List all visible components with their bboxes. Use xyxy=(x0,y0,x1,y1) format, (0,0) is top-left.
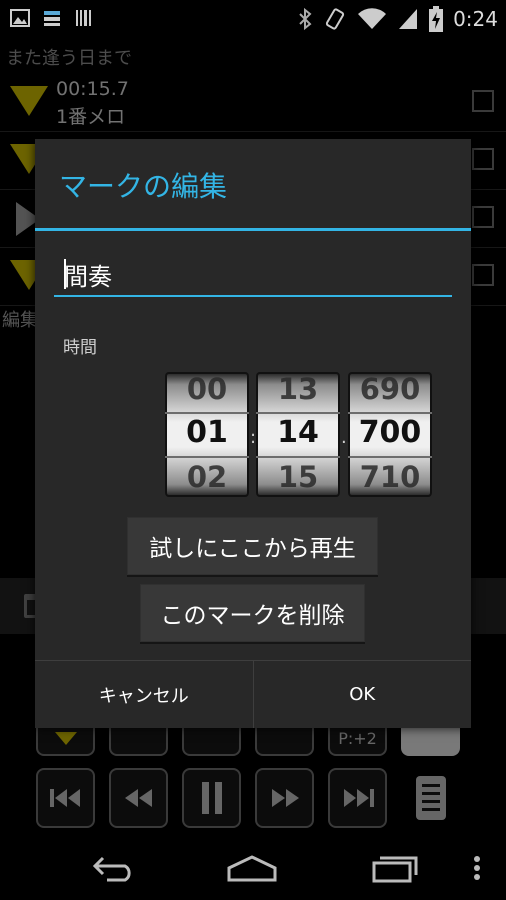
dialog-footer: キャンセル OK xyxy=(35,660,471,728)
minutes-picker[interactable]: 00 01 02 xyxy=(165,372,249,497)
dialog-title: マークの編集 xyxy=(59,170,228,203)
recent-apps-icon xyxy=(372,856,418,883)
picker-prev-value[interactable]: 00 xyxy=(165,372,249,406)
picker-next-value[interactable]: 710 xyxy=(348,460,432,494)
overflow-menu-button[interactable] xyxy=(452,848,502,888)
picker-current-value[interactable]: 14 xyxy=(256,415,340,450)
home-icon xyxy=(227,855,277,882)
time-separator: . xyxy=(341,427,347,448)
ok-button[interactable]: OK xyxy=(252,661,472,728)
vibrate-icon xyxy=(325,8,345,30)
edit-mark-dialog: マークの編集 時間 00 01 02 : 13 14 15 . 690 700 … xyxy=(35,139,471,728)
picker-prev-value[interactable]: 13 xyxy=(256,372,340,406)
back-icon xyxy=(92,856,131,882)
mark-name-input[interactable] xyxy=(54,253,452,297)
navigation-bar xyxy=(0,836,506,900)
status-bar: 0:24 xyxy=(0,0,506,38)
picker-current-value[interactable]: 01 xyxy=(165,415,249,450)
storage-icon xyxy=(44,11,60,26)
picker-divider xyxy=(348,412,432,414)
wifi-icon xyxy=(358,8,387,30)
picker-divider xyxy=(165,412,249,414)
bluetooth-icon xyxy=(299,7,312,31)
picker-prev-value[interactable]: 690 xyxy=(348,372,432,406)
overflow-menu-icon xyxy=(474,856,480,880)
barcode-icon xyxy=(76,10,91,26)
home-button[interactable] xyxy=(224,848,280,888)
picker-current-value[interactable]: 700 xyxy=(348,415,432,450)
recent-apps-button[interactable] xyxy=(366,848,422,888)
picker-divider xyxy=(256,412,340,414)
battery-icon xyxy=(429,6,444,32)
picker-next-value[interactable]: 02 xyxy=(165,460,249,494)
cancel-button[interactable]: キャンセル xyxy=(35,661,253,728)
picker-next-value[interactable]: 15 xyxy=(256,460,340,494)
seconds-picker[interactable]: 13 14 15 xyxy=(256,372,340,497)
time-label: 時間 xyxy=(63,338,97,358)
delete-mark-button[interactable]: このマークを削除 xyxy=(140,584,365,642)
image-icon xyxy=(10,9,30,27)
picker-divider xyxy=(256,456,340,458)
text-cursor xyxy=(64,259,66,289)
picker-divider xyxy=(348,456,432,458)
status-time: 0:24 xyxy=(453,7,498,31)
back-button[interactable] xyxy=(84,848,140,888)
try-play-from-here-button[interactable]: 試しにここから再生 xyxy=(127,517,378,575)
title-divider xyxy=(35,228,471,231)
signal-icon xyxy=(399,9,418,29)
picker-divider xyxy=(165,456,249,458)
milliseconds-picker[interactable]: 690 700 710 xyxy=(348,372,432,497)
